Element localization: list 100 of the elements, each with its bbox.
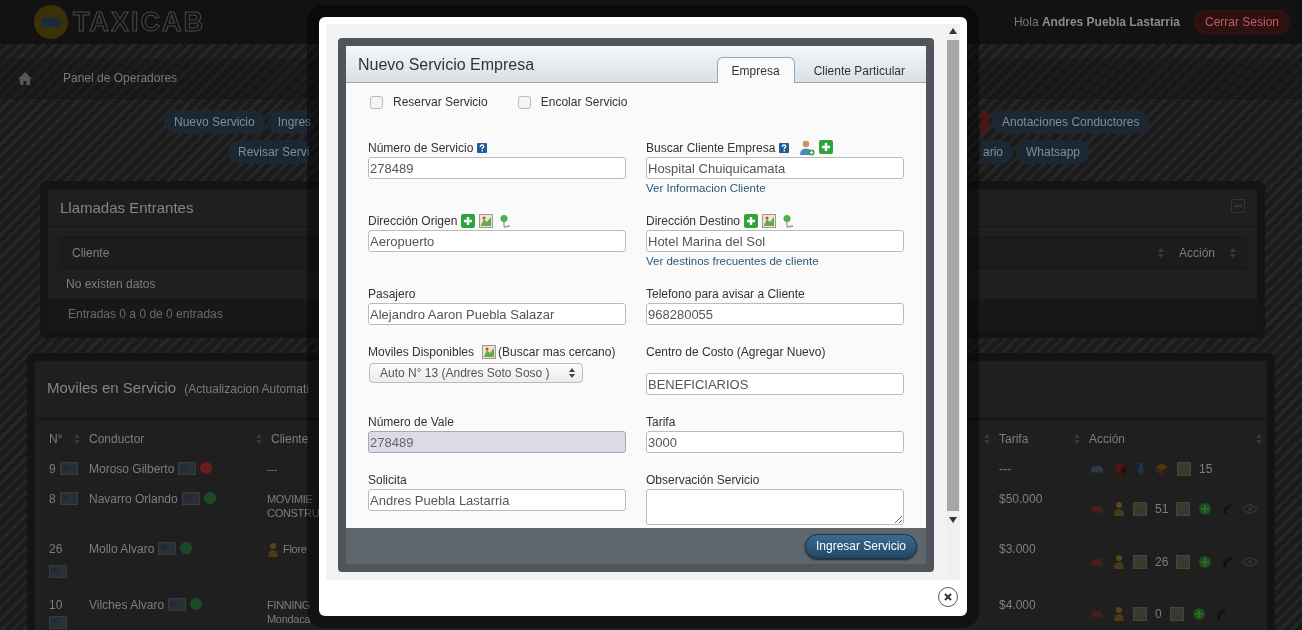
sort-icon [73, 433, 81, 445]
image-icon [1169, 606, 1184, 621]
field-label: Solicita [368, 473, 407, 487]
scrollbar-thumb[interactable] [947, 40, 959, 511]
logo-icon [33, 4, 69, 40]
input-field[interactable]: 3000 [646, 431, 904, 453]
table-cell: 26 [49, 542, 63, 556]
column-header[interactable]: N° [49, 432, 63, 446]
field-label: Número de Vale [368, 415, 454, 429]
card-icon [59, 462, 78, 475]
add-icon [461, 214, 476, 228]
input-field[interactable]: Hospital Chuiquicamata [646, 157, 904, 179]
text-area-field[interactable] [646, 489, 904, 525]
input-field[interactable]: 968280055 [646, 303, 904, 325]
link[interactable]: Ver destinos frecuentes de cliente [646, 255, 904, 267]
empty-message: No existen datos [66, 277, 156, 291]
table-cell: 9 [49, 462, 56, 476]
count-text: 15 [1199, 462, 1213, 476]
select-arrows-icon [568, 367, 576, 379]
field-label: Dirección Destino [646, 214, 741, 228]
table-cell: --- [999, 462, 1011, 476]
field-label: Buscar Cliente Empresa [646, 141, 776, 155]
tab[interactable]: Empresa [716, 57, 795, 83]
driver-name: Moroso Gilberto [89, 462, 175, 476]
cube-icon [1113, 462, 1127, 476]
nav-button[interactable]: ario [981, 140, 1013, 164]
pin-icon [499, 214, 512, 228]
dialog-title: Nuevo Servicio Empresa [358, 55, 535, 74]
column-header[interactable]: Tarifa [999, 432, 1029, 446]
checkbox[interactable] [517, 95, 531, 109]
package-icon [1155, 462, 1169, 476]
card-icon [181, 492, 200, 505]
panel-title: Moviles en Servicio [47, 379, 177, 396]
add-user-icon [799, 140, 816, 156]
sort-icon [255, 433, 263, 445]
checkbox-label: Reservar Servicio [393, 95, 488, 109]
home-icon [17, 70, 33, 86]
search-nearest-link[interactable]: (Buscar mas cercano) [498, 345, 616, 359]
field-label: Telefono para avisar a Cliente [646, 287, 805, 301]
nav-button[interactable]: Revisar Servi [228, 140, 310, 164]
column-header[interactable]: Cliente [72, 246, 110, 260]
sort-icon [983, 433, 991, 445]
table-cell: --- [267, 462, 278, 476]
driver-name: Vilches Alvaro [89, 598, 165, 612]
driver-name: Navarro Orlando [89, 492, 178, 506]
plus-icon [1198, 555, 1213, 569]
nav-button[interactable]: Anotaciones Conductores [992, 110, 1150, 134]
count-text: 0 [1155, 606, 1162, 621]
input-field[interactable]: 278489 [368, 157, 626, 179]
checkbox[interactable] [370, 95, 383, 109]
input-field[interactable]: Hotel Marina del Sol [646, 230, 904, 252]
logout-button[interactable]: Cerrar Sesion [1193, 10, 1290, 34]
table-cell: $3.000 [999, 542, 1036, 556]
input-field[interactable]: BENEFICIARIOS [646, 373, 904, 395]
field-label: Dirección Origen [368, 214, 458, 228]
column-header[interactable]: Acción [1178, 246, 1215, 260]
field-label: Observación Servicio [646, 473, 760, 487]
close-button[interactable] [938, 587, 958, 607]
field-label: Tarifa [646, 415, 676, 429]
table-footer-text: Entradas 0 a 0 de 0 entradas [68, 307, 223, 321]
map-icon [482, 345, 497, 359]
tab[interactable]: Cliente Particular [804, 57, 914, 83]
submit-button[interactable]: Ingresar Servicio [804, 533, 917, 559]
map-icon [479, 214, 494, 228]
field-label: Número de Servicio [368, 141, 474, 155]
card-icon [168, 598, 187, 611]
table-cell: $50.000 [999, 492, 1043, 506]
sort-icon [1229, 247, 1237, 259]
column-header[interactable]: Cliente [271, 432, 309, 446]
column-header[interactable]: Conductor [89, 432, 145, 446]
nav-button[interactable]: Whatsapp [1016, 140, 1091, 164]
map-icon [762, 214, 777, 228]
input-field[interactable]: Alejandro Aaron Puebla Salazar [368, 303, 626, 325]
add-icon [744, 214, 759, 228]
nav-button[interactable]: Ingres [267, 110, 312, 134]
field-label: Pasajero [368, 287, 416, 301]
table-cell: 8 [49, 492, 56, 506]
input-field[interactable]: Aeropuerto [368, 230, 626, 252]
image-icon [1176, 555, 1191, 569]
field-label: Centro de Costo (Agregar Nuevo) [646, 345, 826, 359]
button-edge[interactable] [981, 110, 989, 134]
nav-button[interactable]: Nuevo Servicio [164, 110, 265, 134]
panel-title: Llamadas Entrantes [60, 199, 194, 216]
pin-icon [782, 214, 795, 228]
card-icon [59, 492, 78, 505]
card-icon [49, 616, 67, 629]
count-text: 51 [1155, 502, 1169, 516]
link[interactable]: Ver Informacion Cliente [646, 182, 904, 194]
input-field[interactable]: Andres Puebla Lastarria [368, 489, 626, 511]
checkbox-label: Encolar Servicio [540, 95, 628, 109]
image-icon [1133, 555, 1147, 569]
scroll-up-icon [949, 28, 957, 34]
image-icon [1177, 462, 1191, 476]
breadcrumb-link[interactable]: Panel de Operadores [63, 71, 178, 85]
image-icon [1133, 502, 1147, 516]
select-field[interactable]: Auto N° 13 (Andres Soto Soso ) [369, 363, 583, 383]
column-header[interactable]: Acción [1089, 432, 1126, 446]
field-label: Moviles Disponibles [368, 345, 475, 359]
plus-icon [1191, 606, 1206, 621]
greeting-text: Hola Andres Puebla Lastarria [1013, 15, 1180, 29]
